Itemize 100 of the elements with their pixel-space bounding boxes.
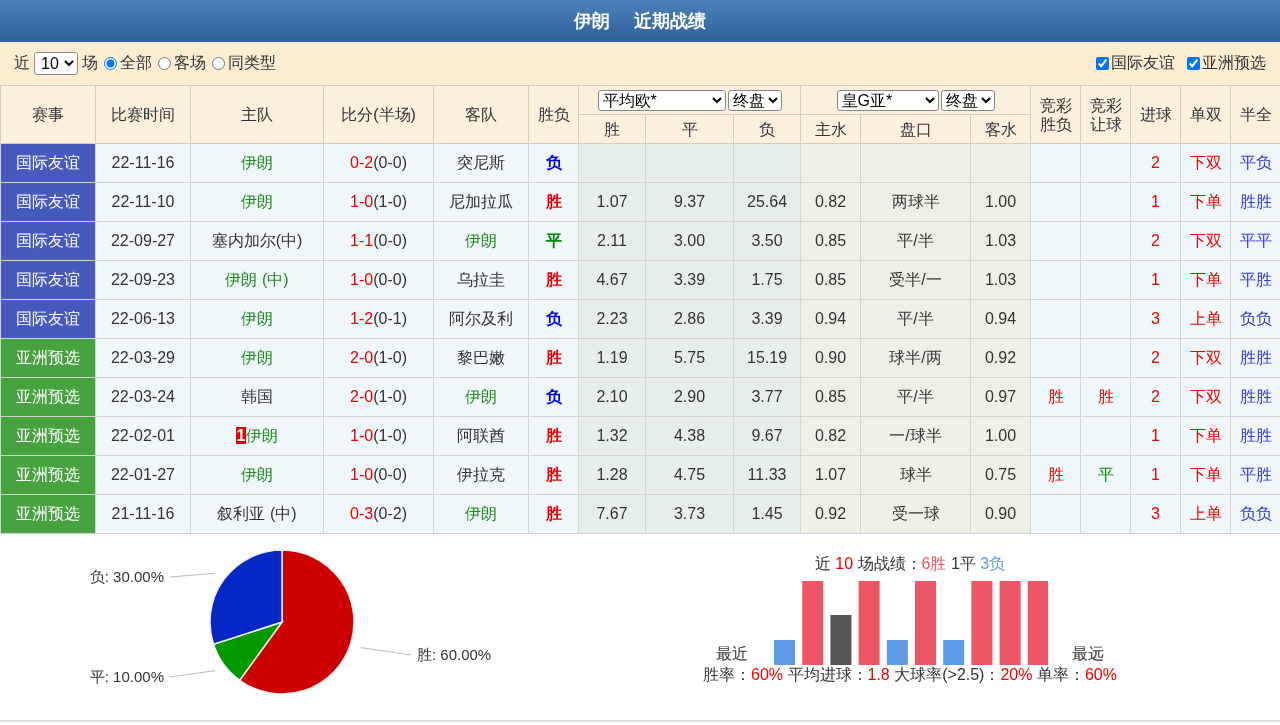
team-cell: 塞内加尔(中)	[190, 221, 324, 261]
half-full-cell: 平负	[1230, 143, 1280, 183]
odd-even-cell: 下单	[1180, 182, 1231, 222]
scope-radio[interactable]	[104, 57, 117, 70]
score-cell: 1-0(0-0)	[323, 455, 434, 495]
odds-cell: 3.39	[645, 260, 734, 300]
result-cell: 胜	[528, 455, 579, 495]
odds-cell: 两球半	[860, 182, 971, 222]
pie-label: 平: 10.00%	[89, 668, 164, 685]
lottery-cell	[1030, 416, 1081, 456]
count-select[interactable]: 10	[34, 52, 78, 75]
odds-cell: 2.10	[578, 377, 646, 417]
leader-line	[169, 670, 216, 678]
column-header: 单双	[1180, 85, 1231, 144]
league-cell: 国际友谊	[0, 260, 96, 300]
team-cell: 伊朗	[190, 299, 324, 339]
team-cell: 阿尔及利	[433, 299, 529, 339]
result-cell: 负	[528, 377, 579, 417]
team-cell: 伊朗	[190, 143, 324, 183]
league-checkbox[interactable]	[1096, 57, 1109, 70]
column-header: 赛事	[0, 85, 96, 144]
score-cell: 1-2(0-1)	[323, 299, 434, 339]
odds-cell: 平/半	[860, 299, 971, 339]
half-full-cell: 平平	[1230, 221, 1280, 261]
lottery-cell: 胜	[1030, 455, 1081, 495]
radio-label: 同类型	[228, 53, 276, 73]
odds-cell: 1.07	[578, 182, 646, 222]
column-header: 负	[733, 114, 801, 144]
odds-cell: 3.73	[645, 494, 734, 534]
column-header: 盘口	[860, 114, 971, 144]
company-select[interactable]: 皇G亚*	[836, 89, 939, 111]
odd-even-cell: 下双	[1180, 221, 1231, 261]
odd-even-cell: 上单	[1180, 494, 1231, 534]
column-header: 竞彩让球	[1080, 85, 1131, 144]
odd-even-cell: 下单	[1180, 416, 1231, 456]
column-header: 客水	[970, 114, 1031, 144]
odd-even-cell: 下单	[1180, 455, 1231, 495]
odds-cell: 1.03	[970, 260, 1031, 300]
odds-cell: 15.19	[733, 338, 801, 378]
company-select[interactable]: 平均欧*	[597, 89, 726, 111]
time-cell: 21-11-16	[95, 494, 191, 534]
lottery-cell	[1080, 143, 1131, 183]
team-cell: 尼加拉瓜	[433, 182, 529, 222]
scope-radio[interactable]	[158, 57, 171, 70]
lottery-cell	[1080, 182, 1131, 222]
stage-select[interactable]: 终盘	[727, 89, 782, 111]
column-header: 胜	[578, 114, 646, 144]
goals-cell: 1	[1130, 455, 1181, 495]
odds-cell: 0.75	[970, 455, 1031, 495]
odds-cell	[970, 143, 1031, 183]
odds-cell: 9.37	[645, 182, 734, 222]
odds-cell: 2.23	[578, 299, 646, 339]
lottery-cell	[1030, 494, 1081, 534]
recent-label: 最近	[716, 644, 748, 664]
odd-even-cell: 上单	[1180, 299, 1231, 339]
odds-cell: 0.94	[970, 299, 1031, 339]
league-checkbox[interactable]	[1187, 57, 1200, 70]
score-cell: 0-3(0-2)	[323, 494, 434, 534]
odds-cell: 0.97	[970, 377, 1031, 417]
team-cell: 伊朗 (中)	[190, 260, 324, 300]
odds-cell: 3.00	[645, 221, 734, 261]
lottery-cell	[1030, 182, 1081, 222]
odds-cell: 4.38	[645, 416, 734, 456]
team-cell: 1伊朗	[190, 416, 324, 456]
odds-cell: 5.75	[645, 338, 734, 378]
team-cell: 伊朗	[190, 455, 324, 495]
odds-cell: 球半	[860, 455, 971, 495]
time-cell: 22-09-23	[95, 260, 191, 300]
odds-cell: 3.50	[733, 221, 801, 261]
team-cell: 阿联酋	[433, 416, 529, 456]
odds-cell	[800, 143, 861, 183]
record-summary: 近 10 场战绩：6胜 1平 3负	[814, 554, 1006, 574]
checkbox-label: 亚洲预选	[1202, 53, 1266, 73]
odds-cell: 0.82	[800, 182, 861, 222]
odds-cell: 0.90	[970, 494, 1031, 534]
score-cell: 1-0(0-0)	[323, 260, 434, 300]
scope-radio[interactable]	[212, 57, 225, 70]
league-cell: 国际友谊	[0, 299, 96, 339]
odds-cell: 受一球	[860, 494, 971, 534]
odds-cell	[733, 143, 801, 183]
odds-cell: 1.28	[578, 455, 646, 495]
result-cell: 负	[528, 143, 579, 183]
half-full-cell: 胜胜	[1230, 416, 1280, 456]
odds-cell: 25.64	[733, 182, 801, 222]
goals-cell: 1	[1130, 260, 1181, 300]
radio-label: 全部	[120, 53, 152, 73]
odds-cell: 平/半	[860, 377, 971, 417]
result-cell: 胜	[528, 338, 579, 378]
lottery-cell	[1030, 299, 1081, 339]
pie-label: 负: 30.00%	[89, 568, 164, 585]
team-cell: 叙利亚 (中)	[190, 494, 324, 534]
odds-cell: 4.67	[578, 260, 646, 300]
goals-cell: 2	[1130, 377, 1181, 417]
result-cell: 胜	[528, 182, 579, 222]
odds-cell: 3.77	[733, 377, 801, 417]
checkbox-label: 国际友谊	[1111, 53, 1175, 73]
team-cell: 伊朗	[190, 182, 324, 222]
odds-cell: 1.19	[578, 338, 646, 378]
league-cell: 亚洲预选	[0, 338, 96, 378]
stage-select[interactable]: 终盘	[940, 89, 995, 111]
